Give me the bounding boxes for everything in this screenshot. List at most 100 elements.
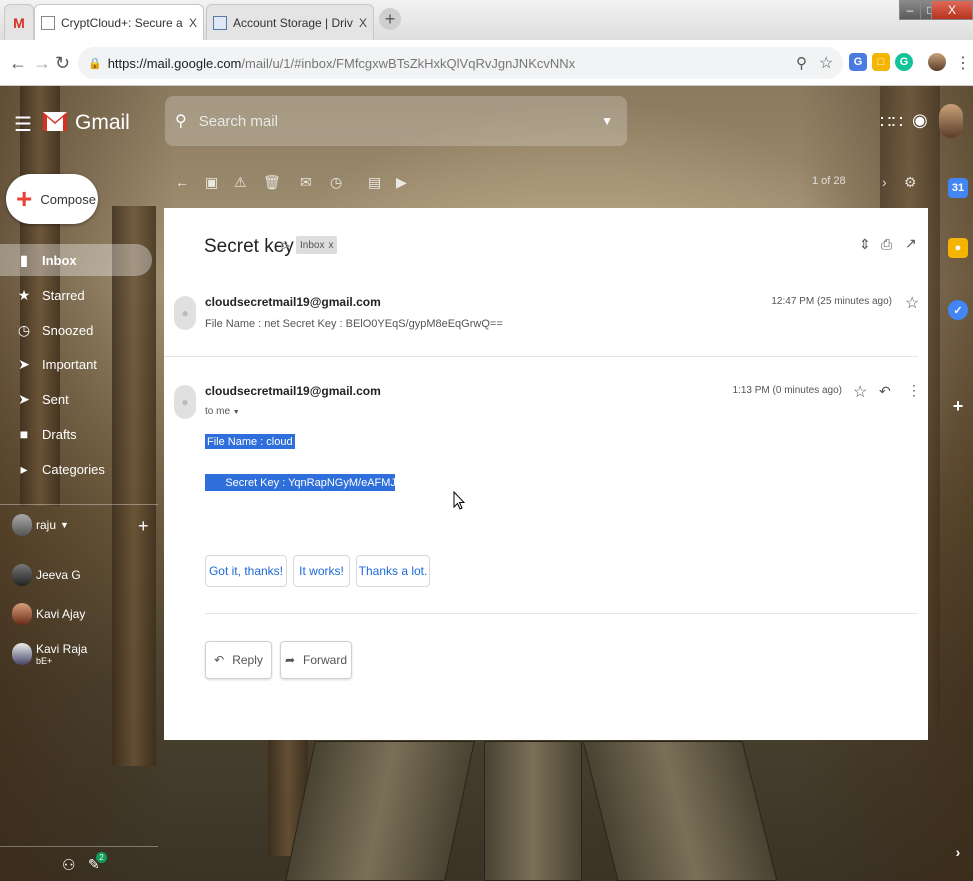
expand-all-icon[interactable]: ⇕	[859, 236, 871, 253]
body-file-name: File Name : cloud	[205, 434, 295, 449]
gmail-favicon: M	[13, 14, 25, 31]
recipient-text: to me	[205, 406, 231, 417]
url-host: https://mail.google.com	[107, 55, 242, 71]
message-divider	[164, 356, 918, 357]
reply-button[interactable]: ↶ Reply	[205, 641, 272, 679]
pagination-count: 1 of 28	[812, 175, 846, 187]
address-bar[interactable]: 🔒 https://mail.google.com/mail/u/1/#inbo…	[78, 47, 843, 79]
bench-plank	[582, 741, 778, 881]
print-icon[interactable]: ⎙	[881, 236, 892, 253]
tab-cryptcloud[interactable]: CryptCloud+: Secure and Expres X	[34, 4, 204, 40]
hangouts-user[interactable]: raju ▼	[12, 514, 69, 536]
avatar	[12, 603, 32, 625]
move-to-icon[interactable]: ▤	[368, 174, 381, 191]
contact-status: bE+	[36, 656, 53, 666]
snooze-icon[interactable]: ◷	[330, 174, 342, 191]
zoom-icon[interactable]: ⚲	[796, 54, 807, 72]
forward-button[interactable]: ➦ Forward	[280, 641, 352, 679]
nav-label: Inbox	[42, 252, 77, 268]
settings-gear-icon[interactable]: ⚙	[904, 174, 917, 191]
browser-menu-icon[interactable]: ⋮	[955, 53, 971, 73]
label-chip-text: Inbox	[300, 239, 325, 251]
minimize-button[interactable]: –	[899, 0, 921, 20]
back-icon[interactable]: ←	[9, 53, 27, 74]
nav-important[interactable]: ➤ Important	[0, 348, 152, 380]
archive-icon[interactable]: ▣	[205, 174, 218, 191]
more-options-icon[interactable]: ⋮	[907, 382, 921, 399]
close-window-button[interactable]: X	[931, 0, 973, 20]
tab-close-icon[interactable]: X	[189, 16, 197, 30]
contact-item[interactable]: Jeeva G	[12, 564, 81, 586]
nav-label: Drafts	[42, 426, 77, 442]
gmail-logo-icon[interactable]	[42, 107, 68, 135]
sender-avatar: ●	[174, 385, 196, 419]
account-avatar[interactable]	[939, 104, 963, 138]
open-new-window-icon[interactable]: ↗	[905, 235, 917, 252]
search-options-icon[interactable]: ▼	[601, 114, 613, 128]
contact-item[interactable]: Kavi Ajay	[12, 603, 85, 625]
compose-button[interactable]: + Compose	[6, 174, 98, 224]
tasks-icon[interactable]: ✓	[948, 300, 968, 320]
contact-name: Kavi Raja	[36, 642, 88, 656]
nav-categories[interactable]: ▸ Categories	[0, 453, 152, 485]
message-snippet[interactable]: File Name : net Secret Key : BElO0YEqS/g…	[205, 318, 503, 330]
main-menu-icon[interactable]: ☰	[14, 112, 32, 137]
forward-icon[interactable]: →	[33, 53, 51, 74]
new-conversation-icon[interactable]: +	[138, 516, 149, 537]
inbox-icon: ▮	[20, 251, 28, 268]
tab-drivehq[interactable]: Account Storage | DriveHQ X	[206, 4, 374, 40]
mark-unread-icon[interactable]: ✉	[300, 174, 312, 191]
translate-extension-icon[interactable]: G	[849, 53, 867, 71]
new-tab-button[interactable]: +	[379, 8, 401, 30]
smart-reply-chip[interactable]: It works!	[293, 555, 350, 587]
contacts-person-icon[interactable]: ⚇	[62, 856, 75, 874]
calendar-icon[interactable]: 31	[948, 178, 968, 198]
expand-side-panel-icon[interactable]: ›	[948, 842, 968, 862]
draft-icon: ■	[19, 426, 29, 442]
label-chip-inbox[interactable]: Inbox x	[296, 236, 338, 254]
message-sender[interactable]: cloudsecretmail19@gmail.com	[205, 384, 381, 398]
labels-icon[interactable]: ▶	[396, 174, 407, 191]
reload-icon[interactable]: ↻	[55, 53, 70, 74]
contact-item[interactable]: Kavi Raja bE+	[12, 643, 87, 667]
next-email-icon[interactable]: ›	[882, 174, 887, 190]
notifications-icon[interactable]: ◉	[912, 110, 928, 131]
back-to-inbox-icon[interactable]: ←	[175, 174, 189, 190]
avatar	[12, 514, 32, 536]
apps-grid-icon[interactable]: ∷∷	[880, 112, 903, 133]
importance-marker-icon[interactable]: ⊳	[280, 238, 291, 254]
nav-sent[interactable]: ➤ Sent	[0, 383, 152, 415]
profile-avatar[interactable]	[928, 53, 946, 71]
nav-starred[interactable]: ★ Starred	[0, 279, 152, 311]
smart-reply-chip[interactable]: Thanks a lot.	[356, 555, 430, 587]
remove-label-icon[interactable]: x	[328, 240, 333, 251]
message-sender[interactable]: cloudsecretmail19@gmail.com	[205, 295, 381, 309]
get-addons-icon[interactable]: +	[948, 396, 968, 416]
search-bar[interactable]: ⚲ ▼	[165, 96, 627, 146]
nav-inbox[interactable]: ▮ Inbox	[0, 244, 152, 276]
reply-icon[interactable]: ↶	[879, 383, 891, 400]
tab-close-icon[interactable]: X	[359, 16, 367, 30]
search-icon[interactable]: ⚲	[175, 111, 187, 131]
delete-icon[interactable]: 🗑	[263, 174, 281, 191]
bookmark-star-icon[interactable]: ☆	[819, 53, 833, 73]
star-icon[interactable]: ☆	[853, 382, 867, 402]
browser-tab-strip: M CryptCloud+: Secure and Expres X Accou…	[0, 0, 973, 40]
keep-icon[interactable]: ●	[948, 238, 968, 258]
recipient-line[interactable]: to me ▼	[205, 406, 240, 417]
report-spam-icon[interactable]: ⚠	[234, 174, 247, 191]
smart-reply-chip[interactable]: Got it, thanks!	[205, 555, 287, 587]
nav-drafts[interactable]: ■ Drafts	[0, 418, 152, 450]
tab-gmail[interactable]: M	[4, 4, 34, 40]
keep-extension-icon[interactable]: □	[872, 53, 890, 71]
star-icon[interactable]: ☆	[905, 293, 919, 313]
hangouts-user-name: raju	[36, 518, 57, 532]
search-input[interactable]	[198, 112, 602, 130]
star-icon: ★	[17, 286, 31, 303]
drivehq-favicon-icon	[213, 15, 227, 30]
hangouts-divider	[0, 846, 158, 847]
doc-favicon-icon	[41, 15, 55, 30]
chevron-down-icon: ▼	[60, 520, 69, 530]
grammarly-extension-icon[interactable]: G	[895, 53, 913, 71]
nav-snoozed[interactable]: ◷ Snoozed	[0, 314, 152, 346]
